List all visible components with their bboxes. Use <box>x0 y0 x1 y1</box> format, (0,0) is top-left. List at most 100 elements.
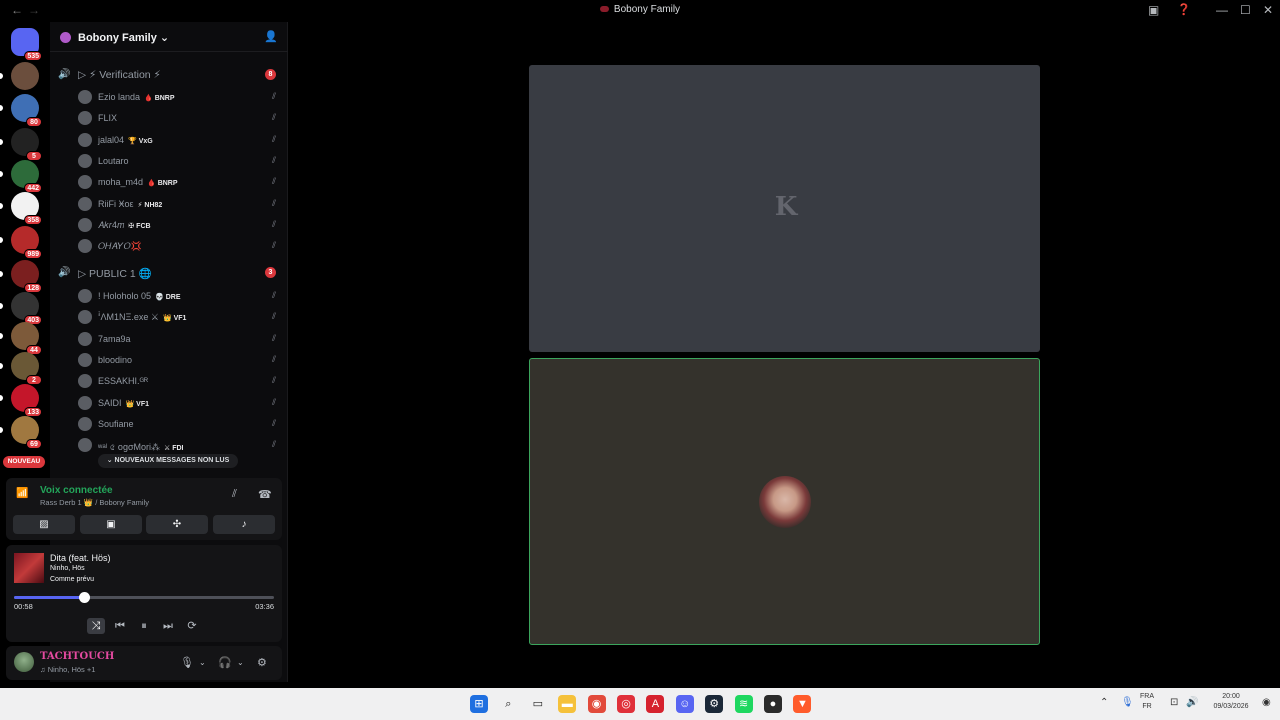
server-icon[interactable] <box>11 62 39 90</box>
server-icon[interactable]: 80 <box>11 94 42 127</box>
server-icon[interactable]: 535 <box>11 28 42 61</box>
window-title: Bobony Family <box>0 4 1280 15</box>
voice-user-row[interactable]: jalal04 🏆 VxG ⫽ <box>50 130 288 151</box>
server-icon[interactable]: 403 <box>11 292 42 325</box>
voice-user-row[interactable]: 7ama9a ⫽ <box>50 329 288 350</box>
screen-share-button[interactable]: ▣ <box>80 515 142 534</box>
steam-icon[interactable]: ⚙ <box>705 695 724 713</box>
tray-overflow-icon[interactable]: ⌃ <box>1100 697 1108 708</box>
voice-channel-verification[interactable]: 🔊 ▷ ⚡ Verification ⚡ 8 <box>50 66 288 84</box>
spotify-icon[interactable]: ≋ <box>734 695 753 713</box>
server-icon[interactable]: 2 <box>11 352 42 385</box>
adobe-icon[interactable]: A <box>646 695 665 713</box>
voice-user-row[interactable]: RiiFi Ӿoε ⚡ NH82 ⫽ <box>50 194 288 215</box>
server-icon[interactable]: 5 <box>11 128 42 161</box>
disconnect-icon[interactable]: ☎ <box>258 488 272 501</box>
voice-user-row[interactable]: Ezio landa 🩸 BNRP ⫽ <box>50 87 288 108</box>
server-icon[interactable]: 44 <box>11 322 42 355</box>
song-artist[interactable]: Ninho, Hös <box>50 565 85 572</box>
deafened-icon: ⫽ <box>271 176 276 187</box>
brave-icon[interactable]: ▼ <box>793 695 812 713</box>
unread-messages-button[interactable]: ⌄ NOUVEAUX MESSAGES NON LUS <box>98 454 238 468</box>
server-icon[interactable]: 989 <box>11 226 42 259</box>
user-name: Ezio landa 🩸 BNRP <box>98 92 175 102</box>
network-icon[interactable]: ⊡ <box>1170 697 1178 708</box>
voice-user-row[interactable]: ! Holoholo 05 💀 DRE ⫽ <box>50 286 288 307</box>
voice-user-row[interactable]: FLIX ⫽ <box>50 108 288 129</box>
activities-button[interactable]: ✣ <box>146 515 208 534</box>
server-icon[interactable]: 128 <box>11 260 42 293</box>
voice-channel-public[interactable]: 🔊 ▷ PUBLIC 1 🌐 3 <box>50 264 288 282</box>
shuffle-icon[interactable]: ⤨ <box>87 618 105 634</box>
inbox-icon[interactable]: ▣ <box>1148 3 1159 17</box>
guild-header[interactable]: Bobony Family ⌄ 👤 <box>50 22 288 52</box>
tray-microphone-icon[interactable]: 🎙 <box>1121 697 1134 708</box>
signal-icon[interactable]: 📶 <box>16 488 32 504</box>
settings-gear-icon[interactable]: ⚙ <box>257 656 267 669</box>
mic-options-chevron-icon[interactable]: ⌄ <box>199 658 206 667</box>
windows-start-icon[interactable]: ⊞ <box>470 695 488 713</box>
chrome-icon[interactable]: ◉ <box>587 695 606 713</box>
maximize-icon[interactable]: ☐ <box>1240 3 1251 17</box>
next-track-icon[interactable]: ⏭ <box>159 618 177 634</box>
video-tile-2-speaking[interactable] <box>529 358 1040 645</box>
previous-track-icon[interactable]: ⏮ <box>111 618 129 634</box>
file-explorer-icon[interactable]: ▬ <box>558 695 577 713</box>
voice-user-row[interactable]: 𝐴𝑘𝑟4𝑚 ✠ FCB ⫽ <box>50 215 288 236</box>
camera-button[interactable]: ▨ <box>13 515 75 534</box>
progress-knob[interactable] <box>79 592 91 603</box>
username[interactable]: TACHTOUCH <box>40 651 114 662</box>
video-tile-1[interactable]: K <box>529 65 1040 352</box>
user-avatar[interactable] <box>14 652 34 672</box>
opera-icon[interactable]: ◎ <box>617 695 635 713</box>
clock[interactable]: 20:00 09/03/2026 <box>1208 692 1254 712</box>
volume-icon[interactable]: 🔊 <box>1186 697 1198 708</box>
voice-user-row[interactable]: moha_m4d 🩸 BNRP ⫽ <box>50 172 288 193</box>
progress-bar[interactable] <box>14 592 274 603</box>
microphone-icon[interactable]: 🎙 <box>180 656 194 669</box>
invite-people-icon[interactable]: 👤 <box>264 30 278 43</box>
audio-options-chevron-icon[interactable]: ⌄ <box>237 658 244 667</box>
voice-location[interactable]: Rass Derb 1 👑 / Bobony Family <box>40 498 149 507</box>
song-title[interactable]: Dita (feat. Hös) <box>50 553 111 563</box>
voice-user-row[interactable]: Soufiane ⫽ <box>50 414 288 435</box>
notifications-icon[interactable]: ◉ <box>1262 697 1271 708</box>
pause-icon[interactable]: ⏸ <box>135 618 153 634</box>
help-icon[interactable]: ❓ <box>1177 3 1191 16</box>
server-tag: 🩸 BNRP <box>147 180 178 188</box>
task-view-icon[interactable]: ▭ <box>528 695 547 713</box>
repeat-icon[interactable]: ⟳ <box>183 618 201 634</box>
unread-pip <box>0 171 3 177</box>
noise-suppression-icon[interactable]: ⫽ <box>232 488 237 501</box>
server-icon[interactable]: 69 <box>11 416 42 449</box>
user-name: ʷᵃˡ ৫ ogσMori⁂ ⚔ FDI <box>98 442 184 453</box>
close-icon[interactable]: ✕ <box>1263 3 1273 17</box>
minimize-icon[interactable]: — <box>1216 3 1228 17</box>
obs-icon[interactable]: ● <box>764 695 782 713</box>
voice-user-row[interactable]: SAIDI 👑 VF1 ⫽ <box>50 393 288 414</box>
input-language[interactable]: FRA FR <box>1140 692 1154 712</box>
voice-user-row[interactable]: 𝑂𝐻𝐴𝑌𝑂💢 ⫽ <box>50 236 288 257</box>
server-icon[interactable]: 133 <box>11 384 42 417</box>
voice-user-row[interactable]: bloodino ⫽ <box>50 350 288 371</box>
deafened-icon: ⫽ <box>271 133 276 144</box>
user-name: SAIDI 👑 VF1 <box>98 397 150 408</box>
user-name: jalal04 🏆 VxG <box>98 134 153 145</box>
discord-icon[interactable]: ☺ <box>675 695 694 713</box>
song-album[interactable]: Comme prévu <box>50 576 94 583</box>
soundboard-button[interactable]: ♪ <box>213 515 275 534</box>
album-cover[interactable] <box>14 553 44 583</box>
new-unreads-pill[interactable]: NOUVEAU <box>3 456 45 468</box>
headphones-icon[interactable]: 🎧 <box>218 656 232 669</box>
server-icon[interactable]: 358 <box>11 192 42 225</box>
server-tag: ✠ FCB <box>128 222 151 230</box>
voice-user-row[interactable]: ʷᵃˡ ৫ ogσMori⁂ ⚔ FDI ⫽ <box>50 435 288 456</box>
voice-user-row[interactable]: ESSAKHI.ᴳᴿ ⫽ <box>50 371 288 392</box>
server-tag: 💀 DRE <box>155 294 181 301</box>
voice-user-row[interactable]: ꜞΛМ1ΝΞ.exe ⚔ 👑 VF1 ⫽ <box>50 307 288 328</box>
window-title-text: Bobony Family <box>613 4 681 15</box>
search-icon[interactable]: ⌕ <box>499 695 518 713</box>
deafened-icon: ⫽ <box>271 218 276 229</box>
voice-user-row[interactable]: Loutaro ⫽ <box>50 151 288 172</box>
server-icon[interactable]: 442 <box>11 160 42 193</box>
